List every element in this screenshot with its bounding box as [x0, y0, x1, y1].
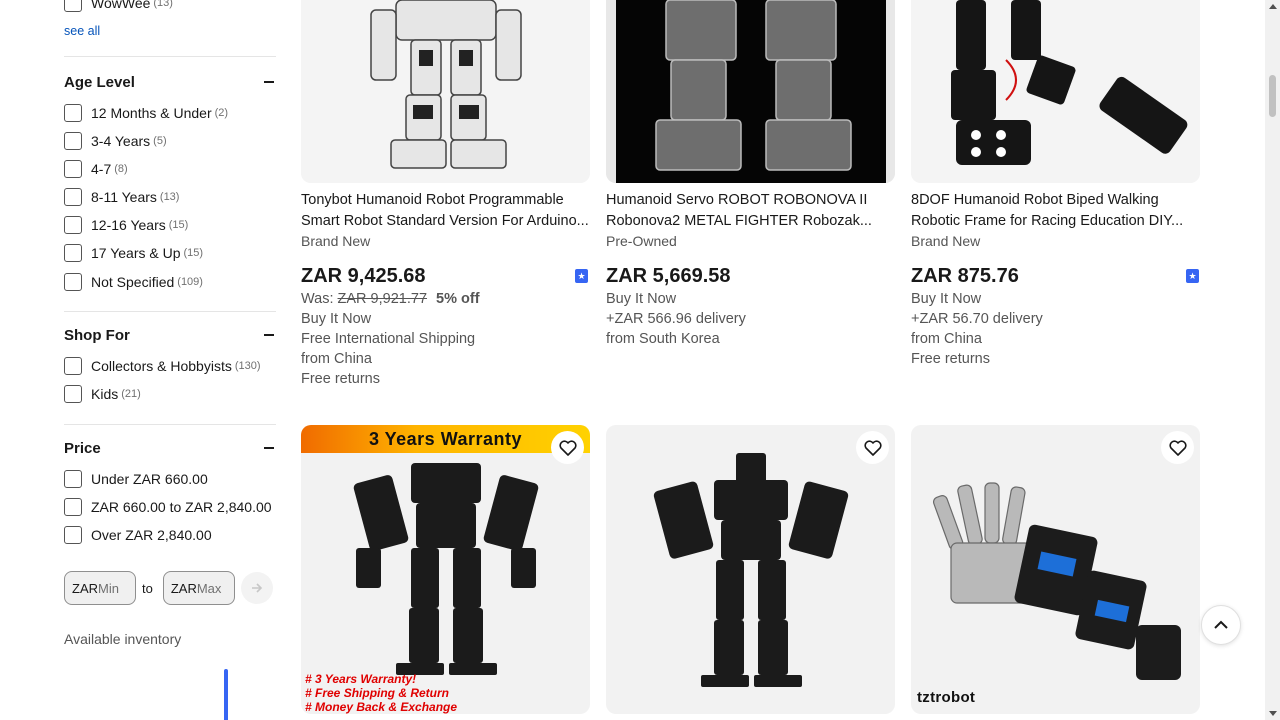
arrow-right-icon [251, 583, 262, 593]
price-submit-button[interactable] [240, 572, 273, 604]
collapse-icon[interactable] [264, 81, 274, 83]
max-price-input[interactable]: ZAR Max [162, 571, 235, 605]
warranty-banner: 3 Years Warranty [301, 425, 590, 453]
see-all-link[interactable]: see all [64, 24, 100, 38]
badge-icon: ★ [1186, 269, 1199, 283]
product-image[interactable] [606, 0, 895, 183]
filter-option-price[interactable]: Over ZAR 2,840.00 [64, 521, 276, 549]
filter-option-age[interactable]: 12-16 Years (15) [64, 211, 276, 239]
back-to-top-button[interactable] [1201, 605, 1241, 645]
age-level-title: Age Level [64, 73, 135, 91]
checkbox[interactable] [64, 0, 82, 12]
checkbox[interactable] [64, 244, 82, 262]
product-condition: Brand New [301, 233, 371, 249]
filter-option-shop-for[interactable]: Collectors & Hobbyists (130) [64, 352, 276, 380]
robot-image [911, 0, 1200, 183]
was-price: Was: ZAR 9,921.77 5% off [301, 291, 480, 307]
checkbox[interactable] [64, 160, 82, 178]
checkbox[interactable] [64, 385, 82, 403]
filter-option-age[interactable]: 12 Months & Under (2) [64, 99, 276, 127]
shipping-info: +ZAR 56.70 delivery [911, 311, 1043, 327]
age-level-header[interactable]: Age Level [64, 71, 276, 93]
watch-button[interactable] [856, 431, 889, 464]
returns-info: Free returns [301, 371, 380, 387]
watch-button[interactable] [1161, 431, 1194, 464]
item-origin: from South Korea [606, 331, 720, 347]
shipping-info: Free International Shipping [301, 331, 476, 347]
collapse-icon[interactable] [264, 334, 274, 336]
returns-info: Free returns [911, 351, 990, 367]
robot-image [353, 463, 539, 675]
collapse-icon[interactable] [264, 447, 274, 449]
price-title: Price [64, 439, 101, 457]
buy-format: Buy It Now [606, 291, 677, 307]
price-header[interactable]: Price [64, 437, 276, 459]
checkbox[interactable] [64, 104, 82, 122]
robot-image [653, 453, 849, 687]
filter-option-wowwee[interactable]: WowWee (13) [64, 0, 276, 12]
shop-for-header[interactable]: Shop For [64, 324, 276, 346]
checkbox[interactable] [64, 273, 82, 291]
filter-option-age[interactable]: 3-4 Years (5) [64, 127, 276, 155]
scroll-thumb[interactable] [1269, 75, 1276, 117]
heart-icon [1168, 439, 1187, 456]
item-origin: from China [301, 351, 372, 367]
available-inventory-label: Available inventory [64, 631, 182, 647]
buy-format: Buy It Now [911, 291, 982, 307]
scroll-down-icon[interactable] [1269, 711, 1277, 716]
checkbox[interactable] [64, 526, 82, 544]
brand-logo: tztrobot [917, 689, 976, 706]
filter-option-shop-for[interactable]: Kids (21) [64, 380, 276, 408]
product-condition: Pre-Owned [606, 233, 677, 249]
shop-for-title: Shop For [64, 326, 130, 344]
checkbox[interactable] [64, 470, 82, 488]
shipping-info: +ZAR 566.96 delivery [606, 311, 746, 327]
warranty-overlay: # 3 Years Warranty! # Free Shipping & Re… [305, 672, 458, 714]
filter-option-price[interactable]: Under ZAR 660.00 [64, 465, 276, 493]
robot-image [606, 0, 895, 183]
filter-option-age[interactable]: 17 Years & Up (15) [64, 239, 276, 267]
product-price: ZAR 9,425.68 [301, 265, 426, 287]
min-price-input[interactable]: ZAR Min [64, 571, 136, 605]
badge-icon: ★ [575, 269, 588, 283]
filter-option-age[interactable]: 4-7 (8) [64, 155, 276, 183]
product-title[interactable]: Humanoid Servo ROBOT ROBONOVA II Robonov… [606, 190, 895, 232]
filter-option-age[interactable]: Not Specified (109) [64, 267, 276, 297]
filter-sidebar: WowWee (13) see all Age Level 12 Months &… [64, 0, 276, 647]
watch-button[interactable] [551, 431, 584, 464]
filter-option-age[interactable]: 8-11 Years (13) [64, 183, 276, 211]
product-image[interactable] [606, 425, 895, 714]
checkbox[interactable] [64, 498, 82, 516]
price-section: Price Under ZAR 660.00 ZAR 660.00 to ZAR… [64, 424, 276, 647]
shop-for-section: Shop For Collectors & Hobbyists (130) Kid… [64, 311, 276, 408]
heart-icon [558, 439, 577, 456]
product-condition: Brand New [911, 233, 981, 249]
to-label: to [142, 580, 153, 596]
chevron-up-icon [1214, 620, 1228, 629]
page-scrollbar[interactable] [1265, 0, 1280, 720]
item-origin: from China [911, 331, 982, 347]
inventory-slider-indicator [224, 669, 228, 720]
product-image[interactable] [911, 0, 1200, 183]
robot-hand-image [932, 482, 1181, 680]
scroll-up-icon[interactable] [1269, 4, 1277, 9]
product-image[interactable]: 3 Years Warranty # 3 Years Warranty! # F… [301, 425, 590, 714]
checkbox[interactable] [64, 216, 82, 234]
price-range-row: ZAR Min to ZAR Max [64, 571, 276, 605]
heart-icon [863, 439, 882, 456]
checkbox[interactable] [64, 132, 82, 150]
product-price: ZAR 5,669.58 [606, 265, 731, 287]
filter-option-price[interactable]: ZAR 660.00 to ZAR 2,840.00 [64, 493, 276, 521]
checkbox[interactable] [64, 188, 82, 206]
product-image[interactable]: tztrobot [911, 425, 1200, 714]
checkbox[interactable] [64, 357, 82, 375]
age-level-section: Age Level 12 Months & Under (2) 3-4 Years… [64, 56, 276, 297]
product-image[interactable] [301, 0, 590, 183]
robot-image [301, 0, 590, 183]
buy-format: Buy It Now [301, 311, 372, 327]
product-title[interactable]: Tonybot Humanoid Robot Programmable Smar… [301, 190, 590, 232]
product-price: ZAR 875.76 [911, 265, 1019, 287]
product-title[interactable]: 8DOF Humanoid Robot Biped Walking Roboti… [911, 190, 1200, 232]
